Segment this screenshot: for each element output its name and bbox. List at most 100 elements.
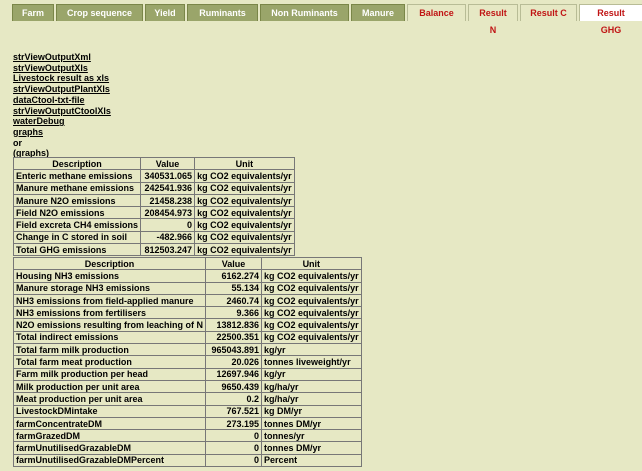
row-unit: tonnes/yr xyxy=(261,429,362,443)
row-value: 12697.946 xyxy=(205,367,263,381)
column-header-value: Value xyxy=(205,256,263,271)
table-row: Manure storage NH3 emissions 55.134 kg CO2… xyxy=(12,281,362,295)
row-unit: kg CO2 equivalents/yr xyxy=(261,293,362,308)
row-value: 9650.439 xyxy=(205,379,263,394)
row-value: 340531.065 xyxy=(140,169,196,183)
link-datactool-txt-file[interactable]: dataCtool-txt-file xyxy=(13,95,111,106)
row-value: 273.195 xyxy=(205,416,263,431)
column-header-description: Description xyxy=(12,256,207,271)
table-row: Change in C stored in soil -482.966 kg CO2… xyxy=(12,230,295,245)
row-value: 0 xyxy=(205,441,263,455)
link-strviewoutputplantxls[interactable]: strViewOutputPlantXls xyxy=(13,84,111,95)
row-unit: kg CO2 equivalents/yr xyxy=(261,318,362,332)
output-links: strViewOutputXml strViewOutputXls Livestoc… xyxy=(13,52,111,159)
row-unit: Percent xyxy=(261,453,362,468)
row-unit: kg CO2 equivalents/yr xyxy=(194,243,295,257)
table-row: Enteric methane emissions 340531.065 kg CO… xyxy=(12,169,295,183)
link-waterdebug[interactable]: waterDebug xyxy=(13,116,111,127)
row-value: 13812.836 xyxy=(205,318,263,332)
or-text: or xyxy=(13,137,22,148)
row-value: 0 xyxy=(205,453,263,468)
row-value: 965043.891 xyxy=(205,343,263,357)
row-description: farmConcentrateDM xyxy=(12,416,207,431)
row-unit: kg/yr xyxy=(261,343,362,357)
row-description: Farm milk production per head xyxy=(12,367,207,381)
row-unit: kg DM/yr xyxy=(261,404,362,418)
table-row: Total GHG emissions 812503.247 kg CO2 equi… xyxy=(12,243,295,257)
table-row: Meat production per unit area 0.2 kg/ha/yr xyxy=(12,392,362,406)
table-row: NH3 emissions from field-applied manure 2… xyxy=(12,293,362,308)
row-description: farmGrazedDM xyxy=(12,429,207,443)
indirect-emissions-production-table: Description Value Unit Housing NH3 emissio… xyxy=(12,256,362,468)
column-header-description: Description xyxy=(12,156,142,171)
row-description: Total farm meat production xyxy=(12,355,207,369)
row-unit: tonnes liveweight/yr xyxy=(261,355,362,369)
row-description: farmUnutilisedGrazableDM xyxy=(12,441,207,455)
row-value: 21458.238 xyxy=(140,193,196,208)
row-description: Total farm milk production xyxy=(12,343,207,357)
row-value: 208454.973 xyxy=(140,206,196,220)
table-row: farmUnutilisedGrazableDMPercent 0 Percent xyxy=(12,453,362,468)
tab-farm[interactable]: Farm xyxy=(12,4,54,21)
table-row: Manure methane emissions 242541.936 kg CO2… xyxy=(12,181,295,195)
row-value: 2460.74 xyxy=(205,293,263,308)
row-description: Change in C stored in soil xyxy=(12,230,142,245)
row-value: 20.026 xyxy=(205,355,263,369)
table-row: Field N2O emissions 208454.973 kg CO2 equi… xyxy=(12,206,295,220)
row-unit: kg/ha/yr xyxy=(261,379,362,394)
row-description: Total indirect emissions xyxy=(12,330,207,345)
row-description: N2O emissions resulting from leaching of… xyxy=(12,318,207,332)
row-unit: kg CO2 equivalents/yr xyxy=(194,193,295,208)
row-unit: kg CO2 equivalents/yr xyxy=(194,169,295,183)
tab-non-ruminants[interactable]: Non Ruminants xyxy=(260,4,349,21)
row-description: NH3 emissions from fertilisers xyxy=(12,306,207,320)
tab-crop-sequence[interactable]: Crop sequence xyxy=(56,4,143,21)
tab-result-c[interactable]: Result C xyxy=(520,4,577,21)
row-value: 0 xyxy=(140,218,196,232)
row-unit: tonnes DM/yr xyxy=(261,441,362,455)
table-row: LivestockDMintake 767.521 kg DM/yr xyxy=(12,404,362,418)
row-description: Housing NH3 emissions xyxy=(12,269,207,283)
row-description: Meat production per unit area xyxy=(12,392,207,406)
tab-balance[interactable]: Balance xyxy=(407,4,466,21)
row-unit: kg CO2 equivalents/yr xyxy=(261,269,362,283)
row-value: 767.521 xyxy=(205,404,263,418)
table-row: Milk production per unit area 9650.439 kg/… xyxy=(12,379,362,394)
link-graphs[interactable]: graphs xyxy=(13,127,111,138)
row-description: Field N2O emissions xyxy=(12,206,142,220)
row-unit: tonnes DM/yr xyxy=(261,416,362,431)
row-description: Manure methane emissions xyxy=(12,181,142,195)
row-value: 242541.936 xyxy=(140,181,196,195)
table-row: NH3 emissions from fertilisers 9.366 kg CO… xyxy=(12,306,362,320)
row-value: 6162.274 xyxy=(205,269,263,283)
tab-result-ghg[interactable]: Result GHG xyxy=(579,4,642,35)
row-value: 0.2 xyxy=(205,392,263,406)
tab-bar: Farm Crop sequence Yield Ruminants Non Rumin… xyxy=(12,4,642,35)
row-unit: kg CO2 equivalents/yr xyxy=(194,181,295,195)
row-description: farmUnutilisedGrazableDMPercent xyxy=(12,453,207,468)
row-description: Field excreta CH4 emissions xyxy=(12,218,142,232)
tab-manure[interactable]: Manure xyxy=(351,4,405,21)
table-row: Total farm milk production 965043.891 kg/y… xyxy=(12,343,362,357)
tab-result-n[interactable]: Result N xyxy=(468,4,518,35)
row-value: 22500.351 xyxy=(205,330,263,345)
row-description: LivestockDMintake xyxy=(12,404,207,418)
row-value: 9.366 xyxy=(205,306,263,320)
column-header-unit: Unit xyxy=(261,256,362,271)
row-value: 55.134 xyxy=(205,281,263,295)
table-row: Farm milk production per head 12697.946 kg… xyxy=(12,367,362,381)
row-value: 0 xyxy=(205,429,263,443)
row-unit: kg CO2 equivalents/yr xyxy=(194,206,295,220)
table-row: farmUnutilisedGrazableDM 0 tonnes DM/yr xyxy=(12,441,362,455)
link-livestock-result-as-xls[interactable]: Livestock result as xls xyxy=(13,73,111,84)
table-row: Housing NH3 emissions 6162.274 kg CO2 equi… xyxy=(12,269,362,283)
link-strviewoutputctoolxls[interactable]: strViewOutputCtoolXls xyxy=(13,106,111,117)
link-strviewoutputxml[interactable]: strViewOutputXml xyxy=(13,52,111,63)
link-strviewoutputxls[interactable]: strViewOutputXls xyxy=(13,63,111,74)
row-unit: kg CO2 equivalents/yr xyxy=(194,218,295,232)
tab-ruminants[interactable]: Ruminants xyxy=(187,4,258,21)
row-unit: kg CO2 equivalents/yr xyxy=(261,281,362,295)
row-unit: kg/ha/yr xyxy=(261,392,362,406)
row-description: NH3 emissions from field-applied manure xyxy=(12,293,207,308)
tab-yield[interactable]: Yield xyxy=(145,4,185,21)
